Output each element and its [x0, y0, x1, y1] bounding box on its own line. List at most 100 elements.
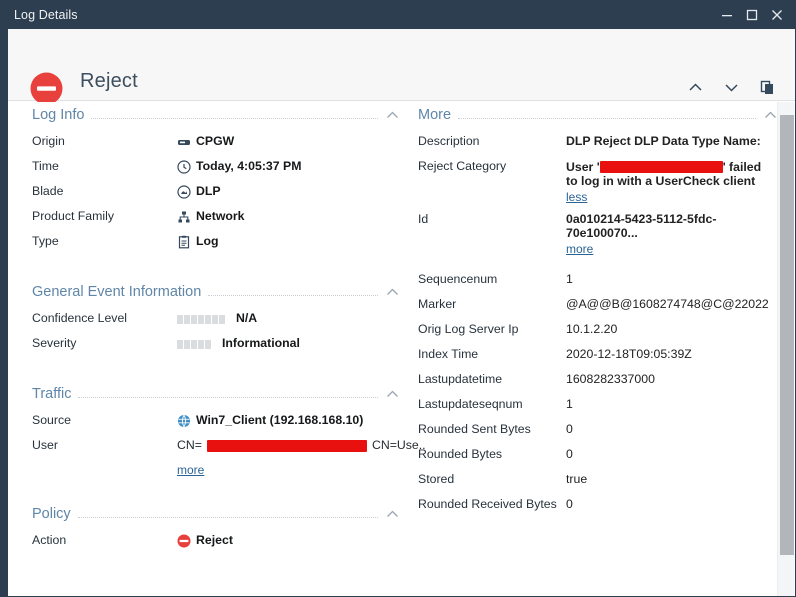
row-value-text: Log	[196, 234, 219, 248]
section-divider	[208, 294, 378, 296]
row-value-text: Informational	[222, 336, 300, 350]
row-key: Product Family	[32, 209, 115, 223]
row-key: Confidence Level	[32, 311, 128, 325]
row-key: Rounded Sent Bytes	[418, 422, 531, 436]
redaction-bar	[599, 161, 723, 173]
reject-icon	[177, 534, 191, 551]
log-details-window: Log Details Reject DLP Reject DLP Data T…	[0, 0, 796, 597]
row-key: Severity	[32, 336, 77, 350]
log-icon	[177, 235, 191, 252]
title-bar: Log Details	[0, 0, 796, 29]
gateway-icon	[177, 135, 191, 152]
row-value-prefix: User '	[566, 160, 600, 174]
row-value: Informational	[177, 334, 400, 350]
section-divider	[77, 516, 378, 518]
log-header: Reject DLP Reject DLP Data Type Name:	[8, 29, 795, 115]
section-title: More	[418, 107, 452, 123]
row-value: Network	[177, 207, 400, 226]
row-value-text: CPGW	[196, 134, 235, 148]
row-value-text: Win7_Client (192.168.168.10)	[196, 413, 364, 427]
copy-icon[interactable]	[753, 73, 781, 101]
more-link[interactable]: more	[177, 463, 204, 477]
row-value-line2: to log in with a UserCheck client	[566, 174, 756, 188]
row-value: 1	[566, 397, 573, 411]
row-value: 10.1.2.20	[566, 322, 618, 336]
row-value: User ' ' failed to log in with a UserChec…	[566, 157, 778, 188]
row-sequencenum: Sequencenum 1	[418, 270, 778, 295]
row-value: 1608282337000	[566, 372, 655, 386]
row-key: Index Time	[418, 347, 479, 361]
row-value: 0a010214-5423-5112-5fdc-70e100070...	[566, 212, 717, 240]
row-value-suffix: ' failed	[722, 160, 762, 174]
row-value: CN= CN=Use..	[177, 436, 426, 452]
row-description: Description DLP Reject DLP Data Type Nam…	[418, 132, 778, 157]
row-index-time: Index Time 2020-12-18T09:05:39Z	[418, 345, 778, 370]
row-value: 0	[566, 422, 573, 436]
row-key: Sequencenum	[418, 272, 498, 286]
right-column: More Description DLP Reject DLP Data Typ…	[418, 102, 778, 520]
row-key: Origin	[32, 134, 65, 148]
chevron-up-icon[interactable]	[756, 108, 778, 123]
chevron-up-icon[interactable]	[378, 108, 400, 123]
confidence-meter-icon	[177, 315, 225, 324]
section-header-policy[interactable]: Policy	[32, 501, 400, 527]
row-id-more: more	[418, 240, 778, 262]
network-icon	[177, 210, 191, 227]
section-more: More Description DLP Reject DLP Data Typ…	[418, 102, 778, 520]
minimize-icon[interactable]	[714, 0, 739, 29]
row-key: Rounded Received Bytes	[418, 497, 557, 511]
row-type: Type Log	[32, 232, 400, 257]
row-time: Time Today, 4:05:37 PM	[32, 157, 400, 182]
row-value: 2020-12-18T09:05:39Z	[566, 347, 692, 361]
less-link[interactable]: less	[566, 190, 587, 204]
row-key: Marker	[418, 297, 457, 311]
chevron-up-icon[interactable]	[378, 507, 400, 522]
row-value-text: Today, 4:05:37 PM	[196, 159, 302, 173]
chevron-up-icon[interactable]	[681, 73, 709, 101]
row-value: 0	[566, 447, 573, 461]
row-reject-category-less: less	[418, 188, 778, 210]
row-key: Id	[418, 212, 429, 226]
dlp-blade-icon	[177, 185, 191, 202]
row-key: Description	[418, 134, 480, 148]
section-header-more[interactable]: More	[418, 102, 778, 128]
row-action: Action Reject	[32, 531, 400, 556]
vertical-scrollbar[interactable]	[777, 102, 794, 596]
close-icon[interactable]	[764, 0, 789, 29]
row-value-text: Network	[196, 209, 245, 223]
row-value: DLP Reject DLP Data Type Name:	[566, 134, 761, 148]
section-traffic: Traffic Source Win7_Client (192.168.168.…	[32, 381, 426, 483]
row-value: N/A	[177, 309, 400, 325]
chevron-up-icon[interactable]	[378, 285, 400, 300]
row-rounded-received-bytes: Rounded Received Bytes 0	[418, 495, 778, 520]
section-header-traffic[interactable]: Traffic	[32, 381, 400, 407]
section-log-info: Log Info Origin CPGW Time Today, 4:05:37…	[32, 102, 400, 257]
chevron-down-icon[interactable]	[717, 73, 745, 101]
scrollbar-thumb[interactable]	[780, 115, 794, 555]
row-value-text: N/A	[236, 311, 258, 325]
row-key: Reject Category	[418, 159, 507, 173]
row-severity: Severity Informational	[32, 334, 400, 359]
row-confidence-level: Confidence Level N/A	[32, 309, 400, 334]
row-origin: Origin CPGW	[32, 132, 400, 157]
row-source: Source Win7_Client (192.168.168.10)	[32, 411, 400, 436]
chevron-up-icon[interactable]	[378, 387, 400, 402]
row-user-more: more	[32, 461, 400, 483]
section-title: Traffic	[32, 386, 72, 402]
row-key: Time	[32, 159, 59, 173]
section-header-general-event-information[interactable]: General Event Information	[32, 279, 400, 305]
row-key: Orig Log Server Ip	[418, 322, 519, 336]
row-reject-category: Reject Category User ' ' failed to log in…	[418, 157, 778, 188]
section-header-log-info[interactable]: Log Info	[32, 102, 400, 128]
more-link[interactable]: more	[566, 242, 593, 256]
globe-icon	[177, 414, 191, 431]
log-body: Log Info Origin CPGW Time Today, 4:05:37…	[8, 102, 795, 596]
row-value: @A@@B@1608274748@C@22022	[566, 297, 769, 311]
row-key: Action	[32, 533, 67, 547]
maximize-icon[interactable]	[739, 0, 764, 29]
